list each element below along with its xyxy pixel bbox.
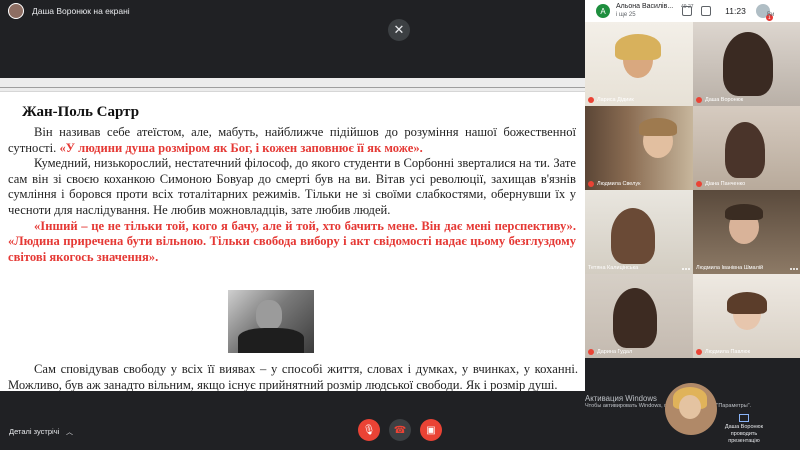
- tile-label: Даша Воронюк: [696, 97, 799, 103]
- more-icon[interactable]: [682, 268, 690, 270]
- presentation-bar: Даша Воронюк на екрані: [0, 0, 585, 22]
- tile-name: Тетяна Калицінська: [588, 265, 639, 271]
- mic-off-icon: [588, 181, 594, 187]
- participant-avatar: А: [596, 4, 610, 18]
- video-tile[interactable]: Лариса Дідиик: [585, 22, 693, 106]
- tile-label: Лариса Дідиик: [588, 97, 691, 103]
- tile-name: Діана Панченко: [705, 181, 746, 187]
- tile-hair: [613, 288, 657, 348]
- mic-off-icon: [588, 97, 594, 103]
- tile-background: [585, 106, 693, 190]
- tile-hair: [725, 122, 765, 178]
- shared-slide: Жан-Поль Сартр Він називав себе атеїстом…: [0, 78, 585, 391]
- slide-body: Він називав себе атеїстом, але, мабуть, …: [8, 125, 576, 265]
- hands-count: 49 27: [681, 4, 694, 10]
- hang-up-icon: ☎: [393, 424, 407, 436]
- paragraph-4: Сам сповідував свободу у всіх її виявах …: [8, 362, 578, 391]
- mic-off-icon: [696, 97, 702, 103]
- tile-name: Дарина Гудал: [597, 349, 633, 355]
- participants-header: А Альона Василів... і ще 25 49 27 11:23 …: [585, 0, 800, 22]
- more-icon[interactable]: [790, 268, 798, 270]
- video-tile[interactable]: Людмила Павлюк: [693, 274, 800, 358]
- paragraph-1: Він називав себе атеїстом, але, мабуть, …: [8, 125, 576, 156]
- tile-name: Даша Воронюк: [705, 97, 744, 103]
- mic-off-icon: [696, 349, 702, 355]
- tile-name: Людмила Іванівна Шмалій: [696, 265, 764, 271]
- participant-count: і ще 25: [616, 12, 636, 18]
- mic-off-icon: [696, 181, 702, 187]
- self-caption: Ви: [767, 12, 775, 18]
- mic-off-icon: 🎙: [362, 424, 376, 436]
- slide-body-bottom: Сам сповідував свободу у всіх її виявах …: [8, 362, 578, 391]
- mic-toggle-button[interactable]: 🎙: [358, 419, 380, 441]
- slide-title: Жан-Поль Сартр: [22, 104, 140, 120]
- photo-coat: [238, 328, 304, 353]
- tile-hair: [723, 32, 773, 96]
- meet-window: Даша Воронюк на екрані ✕ Жан-Поль Сартр …: [0, 0, 800, 450]
- tile-label: Людмила Іванівна Шмалій: [696, 265, 799, 271]
- meeting-details-button[interactable]: Деталі зустрічі: [9, 427, 59, 436]
- tile-label: Людмила Павлюк: [696, 349, 799, 355]
- video-tile[interactable]: Тетяна Калицінська: [585, 190, 693, 274]
- tile-label: Дарина Гудал: [588, 349, 691, 355]
- sartre-photo: [228, 290, 314, 353]
- tile-label: Тетяна Калицінська: [588, 265, 691, 271]
- tile-hair: [639, 118, 677, 136]
- clock: 11:23: [725, 6, 746, 16]
- video-tile[interactable]: Даша Воронюк: [693, 22, 800, 106]
- quote-2: «Інший – це не тільки той, кого я бачу, …: [8, 218, 576, 264]
- bottom-toolbar: Деталі зустрічі ︿ 🎙 ☎ ▣: [0, 414, 800, 450]
- presenting-text: Даша Воронюк на екрані: [32, 6, 130, 16]
- video-tile[interactable]: Дарина Гудал: [585, 274, 693, 358]
- participant-summary[interactable]: Альона Василів... і ще 25: [616, 3, 673, 19]
- activities-icon[interactable]: [701, 6, 712, 16]
- tile-label: Людмила Свелук: [588, 181, 691, 187]
- presenter-avatar: [8, 3, 24, 19]
- slide-header-bar: [0, 78, 585, 92]
- photo-face: [256, 300, 282, 330]
- tile-name: Лариса Дідиик: [597, 97, 634, 103]
- mic-off-icon: [588, 349, 594, 355]
- tile-name: Людмила Свелук: [597, 181, 641, 187]
- camera-toggle-button[interactable]: ▣: [420, 419, 442, 441]
- chevron-up-icon[interactable]: ︿: [66, 427, 73, 437]
- tile-hair: [725, 204, 763, 220]
- tile-label: Діана Панченко: [696, 181, 799, 187]
- leave-call-button[interactable]: ☎: [389, 419, 411, 441]
- video-tile[interactable]: Людмила Іванівна Шмалій: [693, 190, 800, 274]
- tile-hair: [615, 34, 661, 60]
- video-tile[interactable]: Людмила Свелук: [585, 106, 693, 190]
- paragraph-2: Кумедний, низькорослий, нестатечний філо…: [8, 156, 576, 217]
- close-icon[interactable]: ✕: [388, 19, 410, 41]
- tile-hair: [727, 292, 767, 314]
- quote-1: «У людини душа розміром як Бог, і кожен …: [59, 140, 423, 155]
- tile-hair: [611, 208, 655, 264]
- participant-name: Альона Василів...: [616, 3, 674, 10]
- tile-name: Людмила Павлюк: [705, 349, 751, 355]
- video-tile[interactable]: Діана Панченко: [693, 106, 800, 190]
- camera-off-icon: ▣: [426, 424, 436, 436]
